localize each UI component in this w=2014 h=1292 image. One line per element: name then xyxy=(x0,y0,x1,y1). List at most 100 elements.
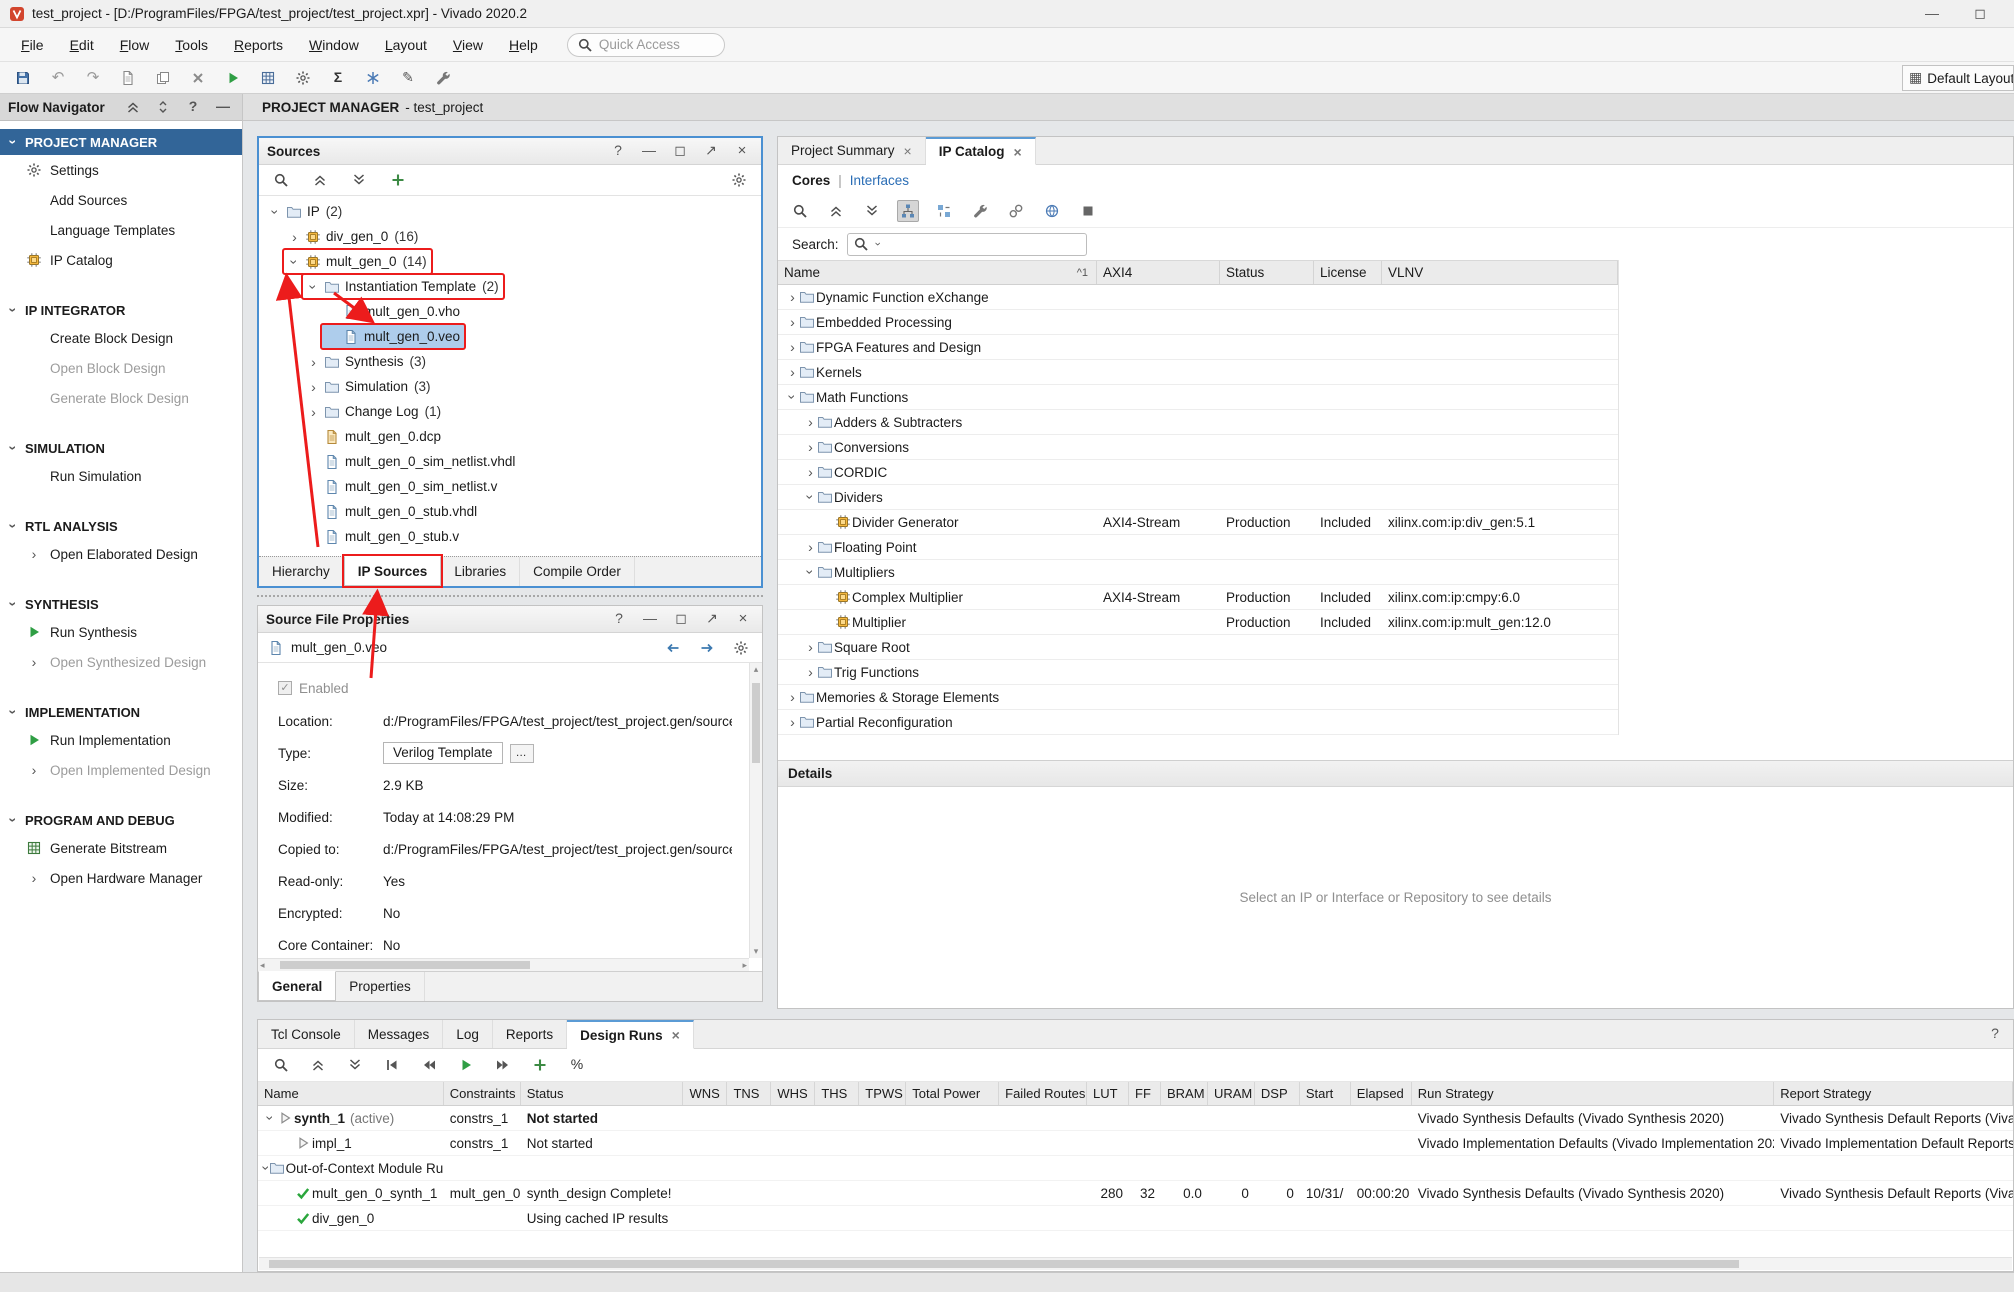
column-header-uram[interactable]: URAM xyxy=(1208,1082,1255,1105)
menu-help[interactable]: Help xyxy=(496,30,551,60)
sources-tab-compile-order[interactable]: Compile Order xyxy=(520,557,635,586)
search-icon[interactable] xyxy=(789,200,811,222)
settings-gear-icon[interactable] xyxy=(730,637,752,659)
collapse-all-icon[interactable] xyxy=(307,1054,329,1076)
column-header-tpws[interactable]: TPWS xyxy=(859,1082,906,1105)
tree-expander-icon[interactable]: › xyxy=(307,355,320,369)
probe-icon[interactable] xyxy=(432,67,454,89)
flow-section-header-program-and-debug[interactable]: ›PROGRAM AND DEBUG xyxy=(0,807,242,833)
source-tree-item-mult-gen-0-vho[interactable]: mult_gen_0.vho xyxy=(259,299,761,324)
scrollbar-thumb[interactable] xyxy=(280,961,530,969)
help-icon[interactable]: ? xyxy=(608,608,630,630)
cores-link[interactable]: Cores xyxy=(792,173,830,188)
run-row-mult-gen-0-synth-1[interactable]: mult_gen_0_synth_1mult_gen_0synth_design… xyxy=(258,1181,2013,1206)
report-icon[interactable] xyxy=(117,67,139,89)
column-header-ths[interactable]: THS xyxy=(815,1082,859,1105)
source-tree-item-mult-gen-0-stub-v[interactable]: mult_gen_0_stub.v xyxy=(259,524,761,549)
catalog-row-square-root[interactable]: ›Square Root xyxy=(778,635,1618,660)
sources-tab-libraries[interactable]: Libraries xyxy=(441,557,520,586)
column-header-lut[interactable]: LUT xyxy=(1087,1082,1129,1105)
catalog-row-adders-subtracters[interactable]: ›Adders & Subtracters xyxy=(778,410,1618,435)
flow-item-language-templates[interactable]: Language Templates xyxy=(0,215,242,245)
console-tab-messages[interactable]: Messages xyxy=(355,1020,444,1048)
run-icon[interactable] xyxy=(455,1054,477,1076)
vertical-scrollbar[interactable]: ▴ ▾ xyxy=(749,663,762,958)
maximize-icon[interactable]: ◻ xyxy=(1969,3,1991,25)
tree-expander-icon[interactable]: › xyxy=(786,690,799,704)
catalog-row-embedded-processing[interactable]: ›Embedded Processing xyxy=(778,310,1618,335)
collapse-all-icon[interactable] xyxy=(825,200,847,222)
link-icon[interactable] xyxy=(1005,200,1027,222)
tree-expander-icon[interactable]: › xyxy=(804,440,817,454)
maximize-icon[interactable]: ◻ xyxy=(669,140,691,162)
flow-item-open-block-design[interactable]: Open Block Design xyxy=(0,353,242,383)
catalog-row-fpga-features-and-design[interactable]: ›FPGA Features and Design xyxy=(778,335,1618,360)
catalog-row-cordic[interactable]: ›CORDIC xyxy=(778,460,1618,485)
run-row-synth-1[interactable]: ›synth_1(active)constrs_1Not startedViva… xyxy=(258,1106,2013,1131)
run-row-out-of-context-module-runs[interactable]: ›Out-of-Context Module Runs xyxy=(258,1156,2013,1181)
tree-expander-icon[interactable]: › xyxy=(786,340,799,354)
tree-expander-icon[interactable]: › xyxy=(804,415,817,429)
run-icon[interactable] xyxy=(222,67,244,89)
flow-item-open-synthesized-design[interactable]: ›Open Synthesized Design xyxy=(0,647,242,677)
taxonomy-icon[interactable] xyxy=(897,200,919,222)
column-header-total-power[interactable]: Total Power xyxy=(906,1082,999,1105)
back-arrow-icon[interactable] xyxy=(662,637,684,659)
settings-gear-icon[interactable] xyxy=(728,169,750,191)
flow-item-open-implemented-design[interactable]: ›Open Implemented Design xyxy=(0,755,242,785)
search-icon[interactable] xyxy=(270,169,292,191)
source-tree-item-mult-gen-0-sim-netlist-v[interactable]: mult_gen_0_sim_netlist.v xyxy=(259,474,761,499)
menu-window[interactable]: Window xyxy=(296,30,372,60)
tree-expander-icon[interactable]: › xyxy=(264,1112,278,1125)
close-icon[interactable]: × xyxy=(670,1027,680,1043)
catalog-row-divider-generator[interactable]: Divider GeneratorAXI4-StreamProductionIn… xyxy=(778,510,1618,535)
tree-expander-icon[interactable]: › xyxy=(288,255,302,268)
menu-reports[interactable]: Reports xyxy=(221,30,296,60)
percent-icon[interactable]: % xyxy=(566,1054,588,1076)
column-header-whs[interactable]: WHS xyxy=(771,1082,815,1105)
catalog-row-floating-point[interactable]: ›Floating Point xyxy=(778,535,1618,560)
expand-all-icon[interactable] xyxy=(348,169,370,191)
document-tab-ip-catalog[interactable]: IP Catalog× xyxy=(926,137,1036,165)
flow-section-header-synthesis[interactable]: ›SYNTHESIS xyxy=(0,591,242,617)
source-tree-item-mult-gen-0-veo[interactable]: mult_gen_0.veo xyxy=(259,324,761,349)
layout-selector[interactable]: ▦ Default Layout xyxy=(1902,65,2014,91)
chevron-down-icon[interactable]: › xyxy=(870,238,884,251)
source-tree-item-simulation[interactable]: ›Simulation(3) xyxy=(259,374,761,399)
scrollbar-thumb[interactable] xyxy=(752,683,760,763)
redo-icon[interactable]: ↷ xyxy=(82,67,104,89)
scrollbar-thumb[interactable] xyxy=(269,1260,1739,1268)
run-row-div-gen-0[interactable]: div_gen_0Using cached IP results xyxy=(258,1206,2013,1231)
tree-expander-icon[interactable]: › xyxy=(804,465,817,479)
flow-section-header-project-manager[interactable]: ›PROJECT MANAGER xyxy=(0,129,242,155)
flow-item-ip-catalog[interactable]: IP Catalog xyxy=(0,245,242,275)
column-header-vlnv[interactable]: VLNV xyxy=(1382,261,1618,284)
scroll-right-icon[interactable]: ▸ xyxy=(742,960,747,971)
expand-all-icon[interactable] xyxy=(344,1054,366,1076)
source-tree-item-synthesis[interactable]: ›Synthesis(3) xyxy=(259,349,761,374)
catalog-row-multipliers[interactable]: ›Multipliers xyxy=(778,560,1618,585)
sources-tab-ip-sources[interactable]: IP Sources xyxy=(344,556,442,586)
console-tab-design-runs[interactable]: Design Runs× xyxy=(567,1020,694,1049)
close-icon[interactable]: × xyxy=(731,140,753,162)
minimize-icon[interactable]: — xyxy=(638,140,660,162)
flow-item-generate-bitstream[interactable]: Generate Bitstream xyxy=(0,833,242,863)
stop-icon[interactable] xyxy=(1077,200,1099,222)
minimize-icon[interactable]: — xyxy=(639,608,661,630)
flow-item-run-implementation[interactable]: Run Implementation xyxy=(0,725,242,755)
type-dropdown[interactable]: Verilog Template xyxy=(383,742,503,764)
column-header-license[interactable]: License xyxy=(1314,261,1382,284)
catalog-search-input[interactable]: › xyxy=(847,233,1087,256)
collapse-all-icon[interactable] xyxy=(122,96,144,118)
program-icon[interactable] xyxy=(257,67,279,89)
web-icon[interactable] xyxy=(1041,200,1063,222)
tree-expander-icon[interactable]: › xyxy=(307,280,321,293)
flow-item-generate-block-design[interactable]: Generate Block Design xyxy=(0,383,242,413)
flow-item-create-block-design[interactable]: Create Block Design xyxy=(0,323,242,353)
flow-item-open-elaborated-design[interactable]: ›Open Elaborated Design xyxy=(0,539,242,569)
source-tree-item-ip[interactable]: ›IP(2) xyxy=(259,199,761,224)
updown-icon[interactable] xyxy=(152,96,174,118)
tree-expander-icon[interactable]: › xyxy=(786,290,799,304)
help-icon[interactable]: ? xyxy=(1987,1020,2013,1048)
column-header-constraints[interactable]: Constraints xyxy=(444,1082,521,1105)
